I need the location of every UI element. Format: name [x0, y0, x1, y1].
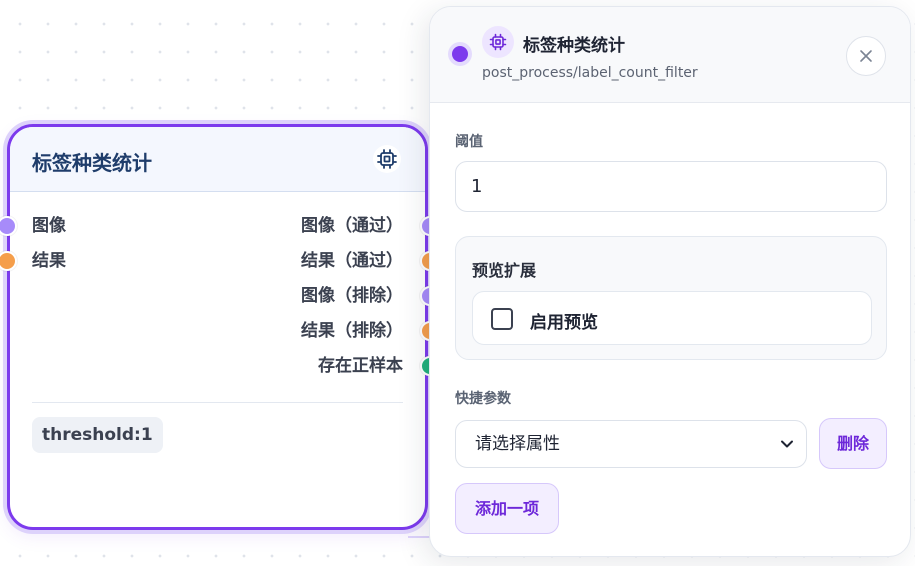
enable-preview-label[interactable]: 启用预览	[530, 308, 598, 333]
flow-node[interactable]: 标签种类统计 图像 结果 图像（通过） 结果（通过） 图像（排除） 结果（排除）…	[0, 124, 440, 530]
node-title: 标签种类统计	[32, 151, 152, 175]
input-label-image: 图像	[32, 216, 66, 236]
threshold-input[interactable]: 1	[455, 161, 887, 212]
input-port-result[interactable]	[0, 251, 17, 271]
add-item-button[interactable]: 添加一项	[455, 483, 559, 534]
quick-params-label: 快捷参数	[455, 391, 511, 407]
close-button[interactable]	[846, 36, 886, 76]
input-port-image[interactable]	[0, 216, 17, 236]
panel-path: post_process/label_count_filter	[482, 65, 698, 81]
preview-section: 预览扩展 启用预览	[455, 236, 887, 360]
node-header[interactable]: 标签种类统计	[10, 127, 425, 192]
input-label-result: 结果	[32, 251, 66, 271]
attribute-select[interactable]: 请选择属性	[455, 420, 807, 468]
preview-section-title: 预览扩展	[472, 261, 537, 280]
param-badge: threshold:1	[32, 417, 163, 453]
threshold-label: 阈值	[455, 134, 483, 150]
chevron-down-icon	[781, 440, 793, 448]
attribute-select-value: 请选择属性	[475, 434, 560, 454]
delete-button[interactable]: 删除	[819, 418, 887, 469]
chip-icon	[482, 26, 514, 58]
output-label-result-pass: 结果（通过）	[301, 251, 403, 271]
output-label-image-reject: 图像（排除）	[301, 286, 403, 306]
close-icon	[860, 50, 872, 62]
output-label-image-pass: 图像（通过）	[301, 216, 403, 236]
chip-icon	[373, 145, 401, 173]
node-divider	[32, 402, 403, 403]
output-label-has-positive: 存在正样本	[318, 356, 403, 376]
status-dot	[452, 46, 468, 62]
output-label-result-reject: 结果（排除）	[301, 321, 403, 341]
node-config-panel: 标签种类统计 post_process/label_count_filter 阈…	[429, 6, 911, 557]
enable-preview-row[interactable]: 启用预览	[472, 291, 872, 345]
enable-preview-checkbox[interactable]	[491, 308, 513, 330]
panel-header: 标签种类统计 post_process/label_count_filter	[430, 7, 910, 103]
panel-title: 标签种类统计	[523, 36, 625, 56]
